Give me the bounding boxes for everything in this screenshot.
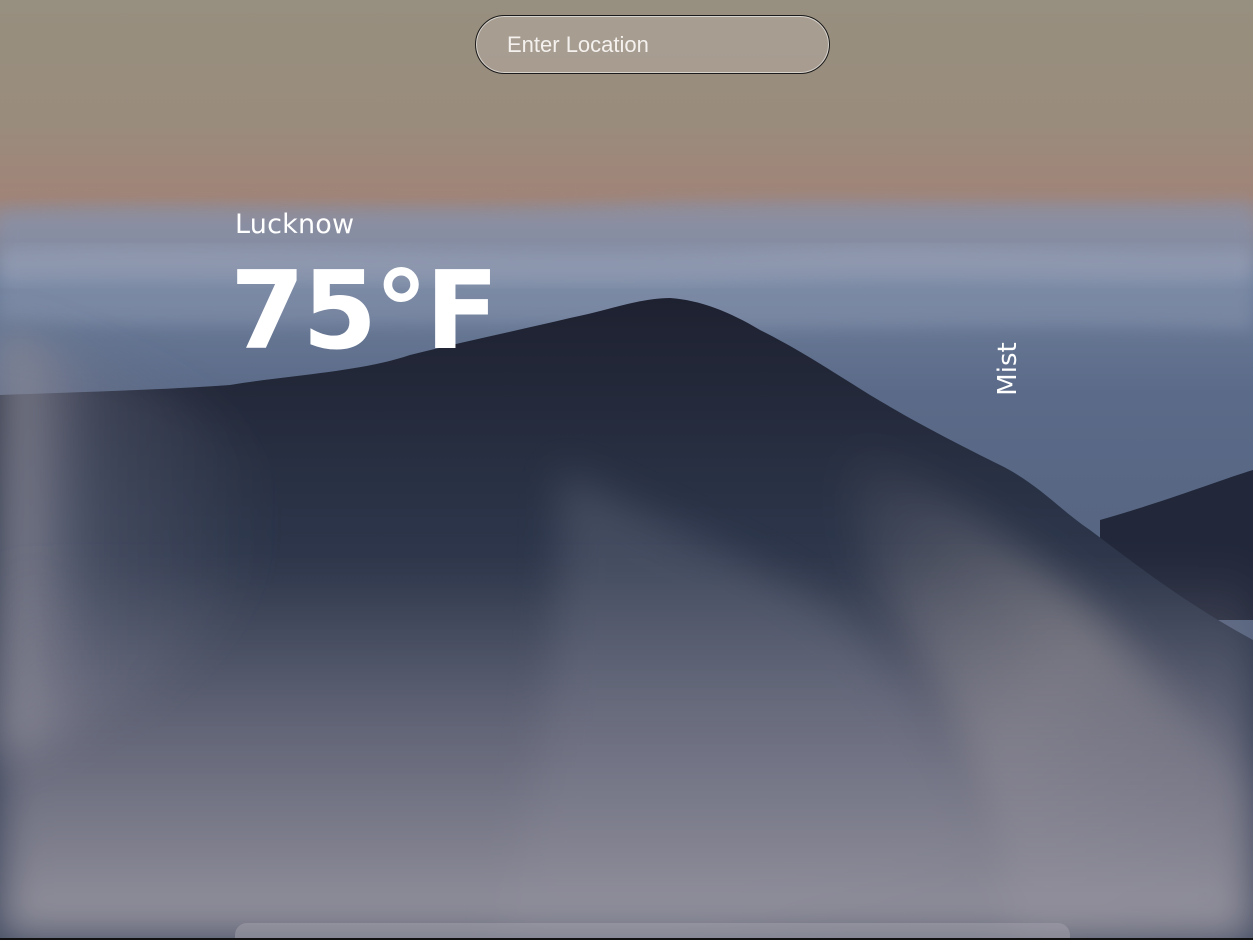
- city-name: Lucknow: [235, 209, 355, 240]
- weather-condition-label: Mist: [993, 342, 1023, 396]
- weather-condition: Mist: [991, 339, 1025, 399]
- weather-app: Lucknow 75°F Mist: [0, 0, 1253, 940]
- background-image: [0, 0, 1253, 938]
- details-panel: [235, 923, 1070, 938]
- location-search[interactable]: [475, 15, 830, 74]
- temperature: 75°F: [230, 249, 499, 374]
- location-input[interactable]: [478, 18, 827, 71]
